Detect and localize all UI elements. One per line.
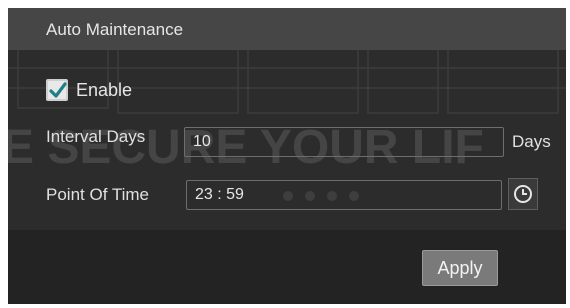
interval-days-label: Interval Days bbox=[46, 127, 146, 146]
time-picker-button[interactable] bbox=[508, 178, 538, 210]
point-of-time-label: Point Of Time bbox=[46, 185, 149, 204]
apply-button[interactable]: Apply bbox=[422, 250, 498, 286]
enable-checkbox[interactable] bbox=[46, 79, 68, 101]
dialog-title: Auto Maintenance bbox=[46, 20, 184, 39]
interval-days-row: Interval Days bbox=[46, 127, 145, 147]
interval-days-input[interactable] bbox=[184, 127, 504, 157]
enable-row[interactable]: Enable bbox=[46, 77, 132, 103]
point-of-time-input[interactable] bbox=[186, 180, 502, 210]
enable-label: Enable bbox=[76, 79, 133, 100]
point-of-time-row: Point Of Time bbox=[46, 185, 149, 205]
clock-icon bbox=[514, 185, 532, 203]
auto-maintenance-dialog: E SECURE YOUR LIF Auto Maintenance Enabl… bbox=[8, 8, 566, 304]
check-icon bbox=[49, 82, 67, 98]
interval-days-unit: Days bbox=[512, 132, 551, 151]
